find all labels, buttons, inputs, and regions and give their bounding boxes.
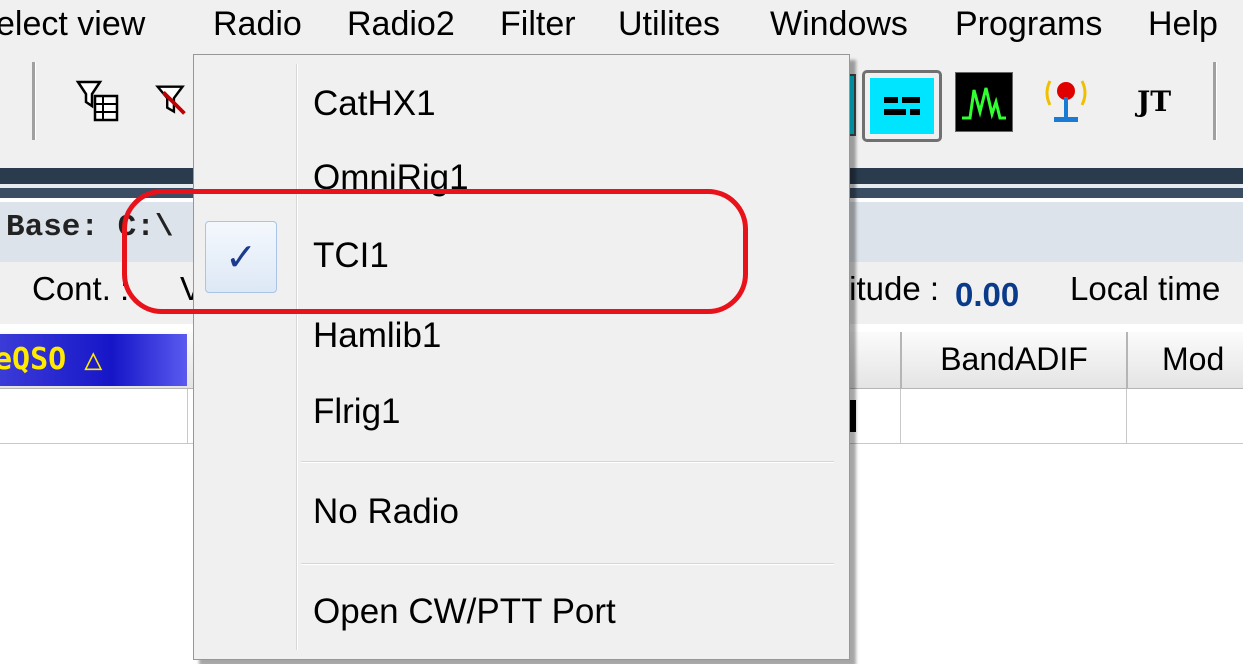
- filter-remove-icon[interactable]: [150, 75, 194, 127]
- cell-text-fragment: [850, 400, 856, 432]
- menu-item-no-radio[interactable]: No Radio: [313, 492, 459, 532]
- menu-utilites[interactable]: Utilites: [618, 4, 720, 44]
- menu-item-cathx1[interactable]: CatHX1: [313, 84, 436, 124]
- cell-divider: [900, 389, 901, 443]
- column-header-dateqso[interactable]: eQSO △: [0, 334, 187, 386]
- menu-help[interactable]: Help: [1148, 4, 1218, 44]
- cell-divider: [187, 389, 188, 443]
- column-header-mode[interactable]: Mod: [1126, 332, 1243, 388]
- column-header-bandadif-label: BandADIF: [940, 341, 1088, 377]
- menu-item-open-cw-ptt-port[interactable]: Open CW/PTT Port: [313, 592, 616, 632]
- radio-interface-icon: [870, 78, 934, 134]
- menu-gutter-line-light: [297, 64, 298, 650]
- menu-separator: [301, 461, 834, 463]
- menu-programs[interactable]: Programs: [955, 4, 1102, 44]
- spectrum-icon[interactable]: [955, 72, 1013, 132]
- local-time-label: Local time: [1070, 270, 1221, 307]
- jt-button[interactable]: JT: [1128, 75, 1180, 127]
- continent-label: Cont. :: [32, 270, 130, 307]
- menu-item-flrig1[interactable]: Flrig1: [313, 392, 401, 432]
- menu-radio[interactable]: Radio: [213, 4, 302, 44]
- menu-radio2[interactable]: Radio2: [347, 4, 455, 44]
- jt-label: JT: [1136, 84, 1172, 118]
- altitude-value: 0.00: [955, 276, 1020, 313]
- menu-separator: [301, 563, 834, 565]
- menu-windows[interactable]: Windows: [770, 4, 908, 44]
- radio-dropdown-menu: [193, 54, 850, 660]
- toolbar-separator: [32, 62, 36, 140]
- column-header-mode-label: Mod: [1162, 341, 1225, 377]
- cell-divider: [1126, 389, 1127, 443]
- radio-interface-button[interactable]: [862, 70, 942, 142]
- antenna-icon[interactable]: [1040, 75, 1092, 127]
- toolbar-separator-right: [1213, 62, 1217, 140]
- menubar: elect view Radio Radio2 Filter Utilites …: [0, 0, 1243, 50]
- column-header-dateqso-label: eQSO △: [0, 342, 103, 377]
- column-header-bandadif[interactable]: BandADIF: [900, 332, 1126, 388]
- menu-select-view[interactable]: elect view: [0, 4, 145, 44]
- menu-item-hamlib1[interactable]: Hamlib1: [313, 316, 441, 356]
- highlight-annotation: [122, 189, 748, 314]
- menu-filter[interactable]: Filter: [500, 4, 576, 44]
- altitude-label: titude :: [840, 270, 940, 307]
- filter-table-icon[interactable]: [72, 75, 124, 127]
